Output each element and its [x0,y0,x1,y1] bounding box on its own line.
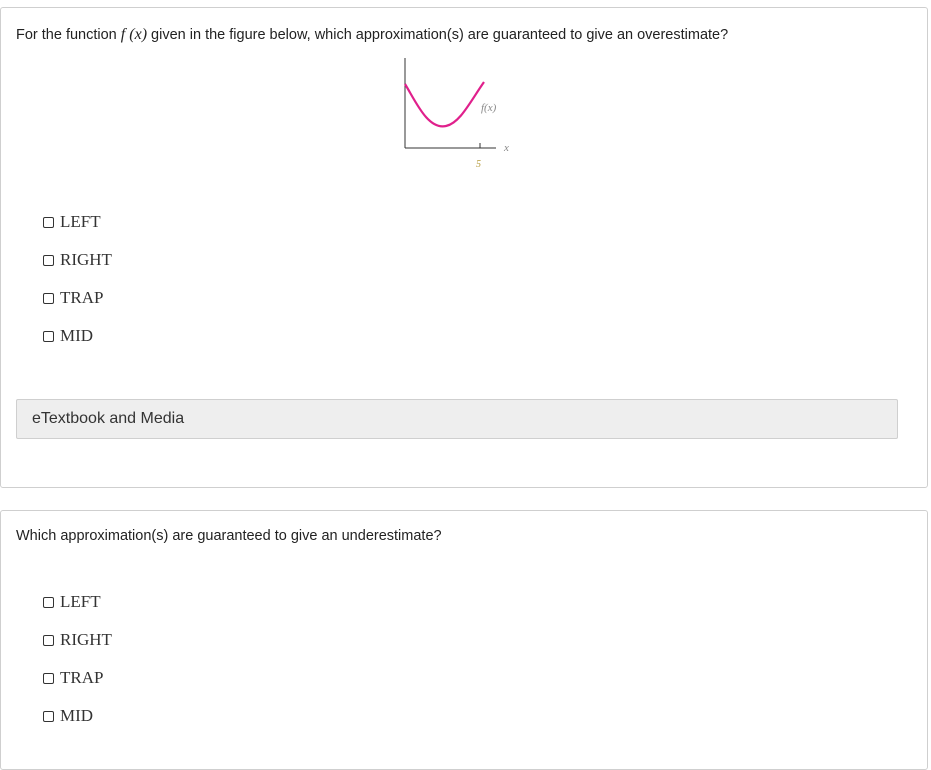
checkbox[interactable] [43,597,54,608]
option-label: MID [60,706,94,725]
question-card-underestimate: Which approximation(s) are guaranteed to… [0,510,928,770]
option-label: LEFT [60,212,101,231]
checkbox[interactable] [43,711,54,722]
math-function-name: f [120,26,126,43]
option-left[interactable]: LEFT [43,211,112,249]
curve-label: f(x) [481,102,497,114]
option-right[interactable]: RIGHT [43,629,112,667]
option-right[interactable]: RIGHT [43,249,112,287]
checkbox[interactable] [43,217,54,228]
function-curve [404,81,485,128]
question-prefix: For the function [16,27,121,43]
option-label: RIGHT [60,630,112,649]
x-tick-label: 5 [476,159,481,170]
option-trap[interactable]: TRAP [43,287,112,325]
checkbox[interactable] [43,673,54,684]
option-label: LEFT [60,592,101,611]
checkbox[interactable] [43,635,54,646]
question-card-overestimate: For the function f (x) given in the figu… [0,7,928,488]
option-left[interactable]: LEFT [43,591,112,629]
checkbox[interactable] [43,255,54,266]
options-overestimate: LEFT RIGHT TRAP MID [43,211,112,363]
function-graph: f(x) x 5 [394,54,524,174]
option-trap[interactable]: TRAP [43,667,112,705]
checkbox[interactable] [43,293,54,304]
etextbook-media-button[interactable]: eTextbook and Media [16,399,898,439]
math-function-arg: (x) [129,26,148,43]
option-mid[interactable]: MID [43,705,112,743]
question-text-underestimate: Which approximation(s) are guaranteed to… [16,528,442,544]
question-suffix: given in the figure below, which approxi… [147,27,729,43]
question-text-overestimate: For the function f (x) given in the figu… [16,26,728,44]
etextbook-media-label: eTextbook and Media [32,410,185,427]
option-label: TRAP [60,288,104,307]
checkbox[interactable] [43,331,54,342]
option-label: TRAP [60,668,104,687]
options-underestimate: LEFT RIGHT TRAP MID [43,591,112,743]
option-mid[interactable]: MID [43,325,112,363]
option-label: RIGHT [60,250,112,269]
option-label: MID [60,326,94,345]
x-axis-label: x [503,142,509,154]
